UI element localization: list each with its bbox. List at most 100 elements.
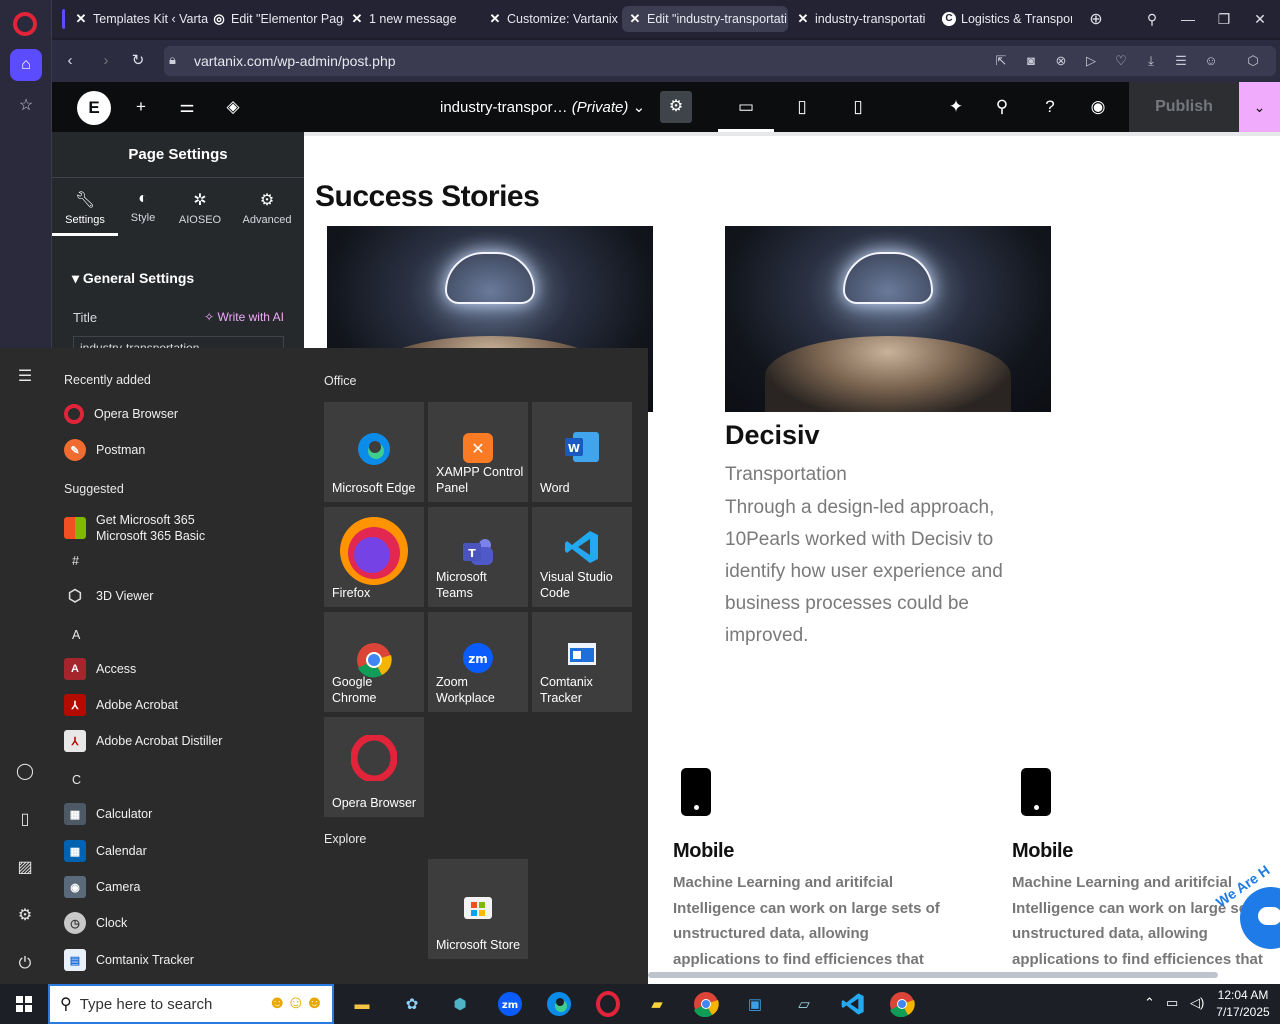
send-icon[interactable]: ▷: [1082, 52, 1100, 70]
horizontal-scrollbar[interactable]: [648, 972, 1218, 978]
group-explore[interactable]: Explore: [324, 832, 366, 846]
file-explorer-icon[interactable]: ▬: [346, 988, 378, 1020]
pictures-icon[interactable]: ▨: [14, 857, 36, 879]
new-tab-plus-icon[interactable]: ⊕: [1078, 0, 1114, 38]
cube-app-icon[interactable]: ⬢: [444, 988, 476, 1020]
hamburger-menu-icon[interactable]: ☰: [14, 366, 36, 388]
start-button[interactable]: [0, 984, 48, 1024]
tile-microsoft-store[interactable]: Microsoft Store: [428, 859, 528, 959]
preview-eye-icon[interactable]: ◉: [1088, 97, 1108, 117]
elementor-logo-icon[interactable]: E: [77, 91, 111, 125]
tile-vscode[interactable]: Visual Studio Code: [532, 507, 632, 607]
finder-search-icon[interactable]: ⚲: [992, 97, 1012, 117]
settings-gear-icon[interactable]: ⚙: [14, 905, 36, 927]
tile-xampp[interactable]: ✕ XAMPP Control Panel: [428, 402, 528, 502]
list-item-adobe-acrobat[interactable]: ⅄ Adobe Acrobat: [64, 693, 178, 717]
tab-templates-kit[interactable]: ✕ Templates Kit ‹ Varta: [62, 6, 212, 32]
camera-icon[interactable]: ◙: [1022, 52, 1040, 70]
restore-icon[interactable]: ❐: [1206, 0, 1242, 38]
structure-layers-icon[interactable]: ◈: [223, 97, 243, 117]
general-settings-section[interactable]: ▾ General Settings: [72, 270, 194, 287]
tab-aioseo[interactable]: ✲ AIOSEO: [167, 190, 233, 226]
desktop-view-icon[interactable]: ▭: [718, 82, 774, 132]
adblock-icon[interactable]: ⊗: [1052, 52, 1070, 70]
letter-header[interactable]: A: [72, 628, 80, 642]
tile-firefox[interactable]: Firefox: [324, 507, 424, 607]
list-item-postman[interactable]: ✎ Postman: [64, 438, 145, 462]
url-text[interactable]: vartanix.com/wp-admin/post.php: [194, 53, 396, 69]
site-settings-sliders-icon[interactable]: ⚌: [177, 97, 197, 117]
tab-search-icon[interactable]: ⚲: [1134, 0, 1170, 38]
list-item-acrobat-distiller[interactable]: ⅄ Adobe Acrobat Distiller: [64, 729, 222, 753]
list-item-3d-viewer[interactable]: ⬡ 3D Viewer: [64, 584, 153, 608]
tablet-view-icon[interactable]: ▯: [774, 82, 830, 132]
opera-taskbar-icon[interactable]: [592, 988, 624, 1020]
taskbar-search-box[interactable]: ⚲ Type here to search ☻☺☻: [48, 984, 334, 1024]
share-icon[interactable]: ⇱: [992, 52, 1010, 70]
mobile-view-icon[interactable]: ▯: [830, 82, 886, 132]
tile-zoom[interactable]: zm Zoom Workplace: [428, 612, 528, 712]
extensions-cube-icon[interactable]: ⬡: [1244, 52, 1262, 70]
documents-icon[interactable]: ▯: [14, 809, 36, 831]
tile-opera-browser[interactable]: Opera Browser: [324, 717, 424, 817]
tab-edit-elementor-page[interactable]: ◎ Edit "Elementor Page: [206, 6, 344, 32]
tile-microsoft-teams[interactable]: T Microsoft Teams: [428, 507, 528, 607]
list-item-opera[interactable]: Opera Browser: [64, 402, 178, 426]
forward-icon[interactable]: ›: [96, 51, 116, 71]
write-with-ai-button[interactable]: ✧ Write with AI: [204, 310, 284, 324]
close-window-icon[interactable]: ✕: [1242, 0, 1278, 38]
page-settings-gear-icon[interactable]: ⚙: [660, 91, 692, 123]
download-icon[interactable]: ⤓: [1142, 52, 1160, 70]
taskbar-clock[interactable]: 12:04 AM 7/17/2025: [1212, 987, 1274, 1021]
tab-logistics[interactable]: C Logistics & Transpor: [936, 6, 1072, 32]
paint-palette-icon[interactable]: ✿: [396, 988, 428, 1020]
letter-header[interactable]: #: [72, 554, 79, 568]
tab-advanced[interactable]: ⚙ Advanced: [234, 190, 300, 226]
publish-button[interactable]: Publish: [1129, 82, 1239, 132]
list-item-calendar[interactable]: ▦ Calendar: [64, 839, 147, 863]
home-icon[interactable]: ⌂: [10, 49, 42, 81]
opera-logo-icon[interactable]: [13, 12, 37, 36]
heart-icon[interactable]: ♡: [1112, 52, 1130, 70]
tab-edit-industry-transportation[interactable]: ✕ Edit "industry-transportati: [622, 6, 788, 32]
chrome-taskbar-icon[interactable]: [690, 988, 722, 1020]
notifications-rocket-icon[interactable]: ✦: [946, 97, 966, 117]
list-item-microsoft-365[interactable]: Get Microsoft 365 Microsoft 365 Basic: [64, 511, 205, 545]
list-item-calculator[interactable]: ▦ Calculator: [64, 802, 152, 826]
document-title[interactable]: industry-transpor… (Private) ⌄: [440, 98, 645, 116]
tab-new-message[interactable]: ✕ 1 new message: [344, 6, 480, 32]
list-item-comtanix-tracker[interactable]: ▤ Comtanix Tracker: [64, 948, 194, 972]
tile-word[interactable]: W Word: [532, 402, 632, 502]
reload-icon[interactable]: ↻: [128, 51, 148, 71]
star-icon[interactable]: ☆: [10, 89, 42, 121]
add-element-icon[interactable]: +: [131, 97, 151, 117]
back-icon[interactable]: ‹: [60, 51, 80, 71]
easy-setup-icon[interactable]: ☰: [1172, 52, 1190, 70]
vscode-taskbar-icon[interactable]: [837, 988, 869, 1020]
network-icon[interactable]: ▭: [1166, 995, 1178, 1011]
tab-settings[interactable]: 🔧︎ Settings: [52, 190, 118, 226]
volume-icon[interactable]: ◁): [1190, 995, 1204, 1011]
tab-customize[interactable]: ✕ Customize: Vartanix: [482, 6, 618, 32]
publish-options-chevron-icon[interactable]: ⌄: [1239, 82, 1280, 132]
group-office[interactable]: Office: [324, 374, 356, 388]
list-item-clock[interactable]: ◷ Clock: [64, 911, 127, 935]
tile-comtanix-tracker[interactable]: Comtanix Tracker: [532, 612, 632, 712]
photos-icon[interactable]: ▣: [739, 988, 771, 1020]
user-account-icon[interactable]: ◯: [14, 761, 36, 783]
list-item-access[interactable]: A Access: [64, 657, 136, 681]
tile-google-chrome[interactable]: Google Chrome: [324, 612, 424, 712]
edge-taskbar-icon[interactable]: [543, 988, 575, 1020]
minimize-icon[interactable]: —: [1170, 0, 1206, 38]
power-icon[interactable]: ⏻: [14, 953, 36, 975]
notes-app-icon[interactable]: ▱: [788, 988, 820, 1020]
sticky-notes-icon[interactable]: ▰: [641, 988, 673, 1020]
list-item-camera[interactable]: ◉ Camera: [64, 875, 140, 899]
help-icon[interactable]: ?: [1040, 97, 1060, 117]
zoom-taskbar-icon[interactable]: zm: [494, 988, 526, 1020]
chrome-taskbar-icon-2[interactable]: [886, 988, 918, 1020]
letter-header[interactable]: C: [72, 773, 81, 787]
profile-icon[interactable]: ☺: [1202, 52, 1220, 70]
tab-industry-transportation[interactable]: ✕ industry-transportati: [790, 6, 926, 32]
tile-microsoft-edge[interactable]: Microsoft Edge: [324, 402, 424, 502]
